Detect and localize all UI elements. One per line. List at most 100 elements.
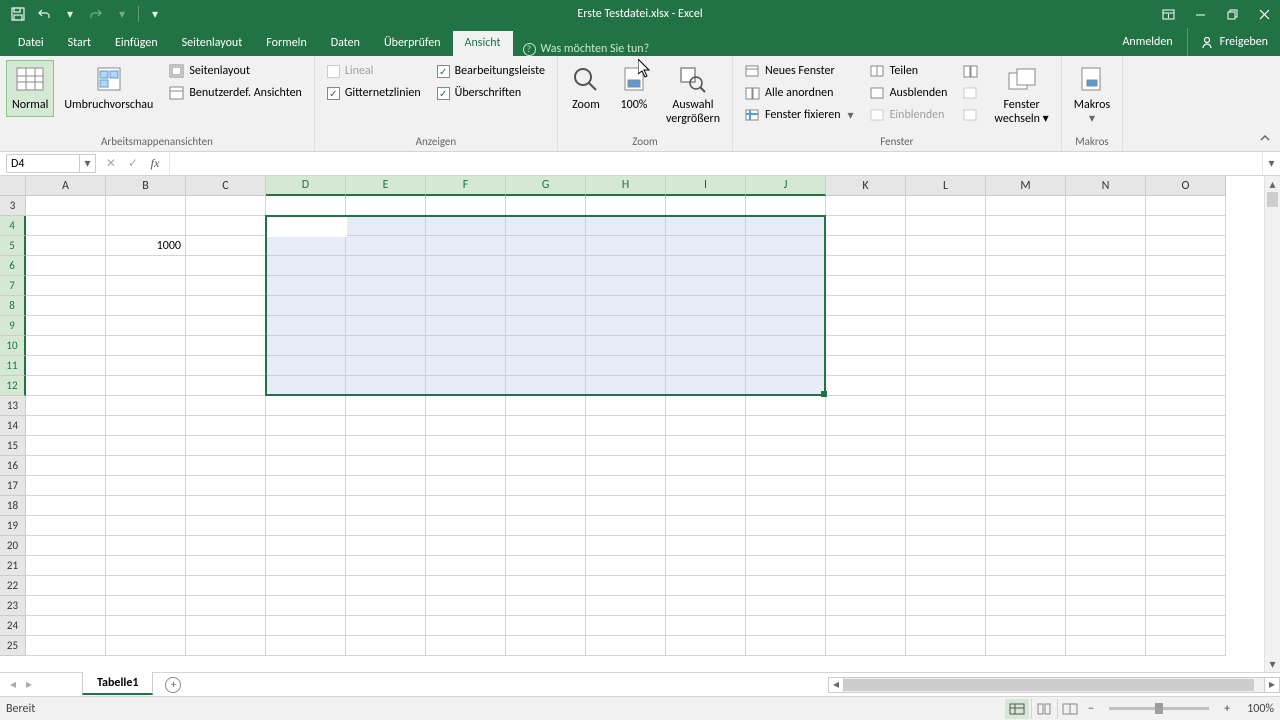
cell[interactable] — [666, 376, 746, 396]
cell[interactable] — [1066, 316, 1146, 336]
cell[interactable] — [106, 276, 186, 296]
cell[interactable] — [1146, 336, 1226, 356]
cell[interactable] — [186, 456, 266, 476]
cell[interactable] — [426, 196, 506, 216]
cell[interactable] — [506, 616, 586, 636]
cell[interactable] — [986, 356, 1066, 376]
expand-formula-bar[interactable]: ▾ — [1262, 152, 1280, 175]
cell[interactable] — [746, 296, 826, 316]
cell[interactable] — [186, 376, 266, 396]
cell[interactable] — [106, 556, 186, 576]
cell[interactable] — [906, 556, 986, 576]
cell[interactable] — [106, 536, 186, 556]
cell[interactable] — [586, 596, 666, 616]
cell[interactable] — [26, 556, 106, 576]
cell[interactable] — [1146, 196, 1226, 216]
cell[interactable] — [586, 196, 666, 216]
cell[interactable] — [746, 476, 826, 496]
cell[interactable] — [506, 276, 586, 296]
column-header[interactable]: O — [1146, 176, 1226, 196]
cell[interactable] — [426, 456, 506, 476]
cell[interactable] — [746, 276, 826, 296]
cell[interactable] — [506, 636, 586, 656]
tab-ansicht[interactable]: Ansicht — [453, 31, 513, 56]
cell[interactable] — [186, 616, 266, 636]
cell[interactable] — [986, 496, 1066, 516]
cell[interactable] — [186, 296, 266, 316]
redo-dropdown[interactable]: ▾ — [110, 2, 134, 26]
cell[interactable] — [266, 556, 346, 576]
tab-start[interactable]: Start — [56, 31, 103, 56]
cell[interactable] — [1066, 516, 1146, 536]
undo-icon[interactable] — [32, 2, 56, 26]
row-header[interactable]: 4 — [0, 216, 26, 236]
cell[interactable] — [826, 416, 906, 436]
minimize-button[interactable] — [1184, 0, 1216, 28]
cell[interactable] — [1066, 496, 1146, 516]
cell[interactable] — [346, 376, 426, 396]
cell[interactable] — [666, 396, 746, 416]
cell[interactable] — [1146, 576, 1226, 596]
cell[interactable] — [26, 376, 106, 396]
cell[interactable] — [906, 356, 986, 376]
cell[interactable] — [346, 436, 426, 456]
cell[interactable] — [986, 196, 1066, 216]
cell[interactable] — [106, 416, 186, 436]
fx-icon[interactable]: fx — [144, 152, 166, 175]
cell[interactable] — [1146, 316, 1226, 336]
cell[interactable] — [426, 316, 506, 336]
cell[interactable] — [26, 296, 106, 316]
page-layout-view-icon[interactable] — [1031, 699, 1055, 719]
cell[interactable] — [426, 436, 506, 456]
cell[interactable] — [826, 296, 906, 316]
cell[interactable] — [746, 396, 826, 416]
cell[interactable] — [906, 196, 986, 216]
cell[interactable] — [266, 356, 346, 376]
scroll-down-icon[interactable]: ▾ — [1265, 656, 1280, 672]
cell[interactable] — [506, 316, 586, 336]
cell[interactable] — [906, 476, 986, 496]
collapse-ribbon-button[interactable] — [1256, 129, 1274, 147]
new-window-button[interactable]: Neues Fenster — [739, 60, 860, 82]
undo-dropdown[interactable]: ▾ — [58, 2, 82, 26]
cell[interactable] — [906, 336, 986, 356]
cell[interactable] — [1066, 356, 1146, 376]
cell[interactable] — [746, 636, 826, 656]
cell[interactable] — [586, 456, 666, 476]
name-box[interactable]: D4 ▾ — [6, 154, 96, 173]
cell[interactable] — [26, 336, 106, 356]
cell[interactable] — [26, 276, 106, 296]
cell[interactable] — [826, 316, 906, 336]
cell[interactable] — [26, 596, 106, 616]
cell[interactable] — [666, 316, 746, 336]
cell[interactable] — [1066, 376, 1146, 396]
cell[interactable] — [826, 376, 906, 396]
cell[interactable] — [666, 576, 746, 596]
cell[interactable] — [266, 596, 346, 616]
cell[interactable] — [666, 216, 746, 236]
cell[interactable] — [746, 256, 826, 276]
cell[interactable] — [1146, 496, 1226, 516]
cell[interactable] — [26, 216, 106, 236]
cell[interactable] — [426, 336, 506, 356]
cell[interactable] — [1146, 556, 1226, 576]
row-header[interactable]: 13 — [0, 396, 26, 416]
cell[interactable] — [586, 276, 666, 296]
cell[interactable] — [26, 516, 106, 536]
cell[interactable] — [746, 336, 826, 356]
column-header[interactable]: K — [826, 176, 906, 196]
cell[interactable] — [746, 416, 826, 436]
cell[interactable] — [586, 576, 666, 596]
cell[interactable] — [986, 396, 1066, 416]
cell[interactable] — [426, 576, 506, 596]
zoom-button[interactable]: Zoom — [564, 60, 608, 117]
cell[interactable] — [426, 496, 506, 516]
cell[interactable] — [106, 316, 186, 336]
cell[interactable] — [906, 216, 986, 236]
row-header[interactable]: 18 — [0, 496, 26, 516]
cell[interactable] — [106, 256, 186, 276]
cell[interactable] — [26, 476, 106, 496]
column-header[interactable]: A — [26, 176, 106, 196]
formula-bar-checkbox[interactable]: Bearbeitungsleiste — [431, 60, 551, 82]
cell[interactable] — [906, 316, 986, 336]
